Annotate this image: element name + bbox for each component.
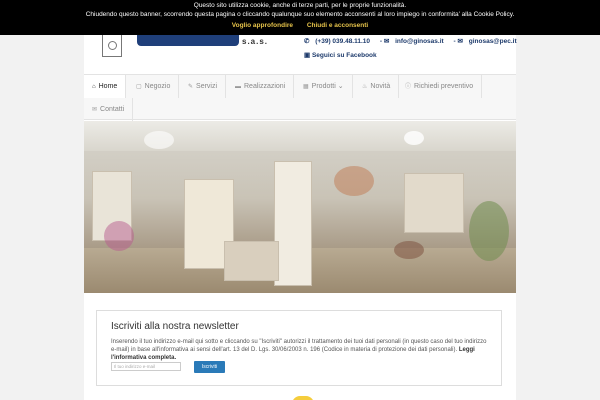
nav-item-negozio[interactable]: ▢ Negozio xyxy=(128,75,180,98)
header-contacts: ✆ (+39) 039.48.11.10 - ✉ info@ginosas.it… xyxy=(304,38,517,45)
cookie-more-button[interactable]: Voglio approfondire xyxy=(232,22,293,29)
envelope-icon: ✉ xyxy=(383,38,390,45)
nav-item-realizzazioni[interactable]: ▬ Realizzazioni xyxy=(227,75,295,98)
chevron-down-icon: ⌄ xyxy=(337,83,344,90)
grid-icon: ▦ xyxy=(303,84,309,90)
nav-item-contatti[interactable]: ✉ Contatti xyxy=(84,98,134,121)
home-icon: ⌂ xyxy=(92,84,96,90)
page-container: s.a.s. ✆ (+39) 039.48.11.10 - ✉ info@gin… xyxy=(84,0,517,400)
main-nav: ⌂ Home ▢ Negozio ✎ Servizi ▬ Realizzazioni ▦… xyxy=(84,74,516,121)
nav-item-servizi[interactable]: ✎ Servizi xyxy=(180,75,227,98)
hero-shop-photo xyxy=(84,121,516,293)
newsletter-text: Inserendo il tuo indirizzo e-mail qui so… xyxy=(111,339,487,361)
envelope-icon: ✉ xyxy=(457,38,463,45)
sun-decoration xyxy=(292,396,314,400)
nav-item-preventivo[interactable]: ⓘ Richiedi preventivo xyxy=(397,75,483,98)
envelope-icon: ✉ xyxy=(92,107,98,113)
info-icon: ⓘ xyxy=(405,84,412,90)
facebook-icon: ▣ xyxy=(304,52,311,59)
flame-icon: ♨ xyxy=(362,84,368,90)
newsletter-email-input[interactable]: Il tuo indirizzo e-mail xyxy=(111,362,181,371)
newsletter-title: Iscriviti alla nostra newsletter xyxy=(111,321,239,332)
cookie-text-line1: Questo sito utilizza cookie, anche di te… xyxy=(193,2,407,9)
nav-item-novita[interactable]: ♨ Novità xyxy=(354,75,400,98)
facebook-label: Seguici su Facebook xyxy=(311,52,377,59)
lock-icon: ▢ xyxy=(136,84,142,90)
nav-item-home[interactable]: ⌂ Home xyxy=(84,75,127,98)
wrench-icon: ✎ xyxy=(188,84,194,90)
email-link[interactable]: info@ginosas.it xyxy=(395,38,444,45)
cookie-accept-button[interactable]: Chiudi e acconsenti xyxy=(307,22,368,29)
cookie-banner: Questo sito utilizza cookie, anche di te… xyxy=(0,0,600,35)
subscribe-button[interactable]: Iscriviti xyxy=(194,361,225,373)
logo-wordmark[interactable] xyxy=(137,35,239,46)
logo-icon[interactable] xyxy=(102,35,122,57)
card-icon: ▬ xyxy=(235,84,241,90)
newsletter-box: Iscriviti alla nostra newsletter Inseren… xyxy=(96,310,502,386)
nav-item-prodotti[interactable]: ▦ Prodotti ⌄ xyxy=(295,75,353,98)
logo-suffix: s.a.s. xyxy=(242,37,269,46)
phone-icon: ✆ xyxy=(304,38,310,45)
phone-number[interactable]: (+39) 039.48.11.10 xyxy=(315,38,370,45)
facebook-link[interactable]: ▣ Seguici su Facebook xyxy=(304,51,377,59)
cookie-text-line2: Chiudendo questo banner, scorrendo quest… xyxy=(85,10,515,18)
pec-link[interactable]: ginosas@pec.it xyxy=(469,38,517,45)
